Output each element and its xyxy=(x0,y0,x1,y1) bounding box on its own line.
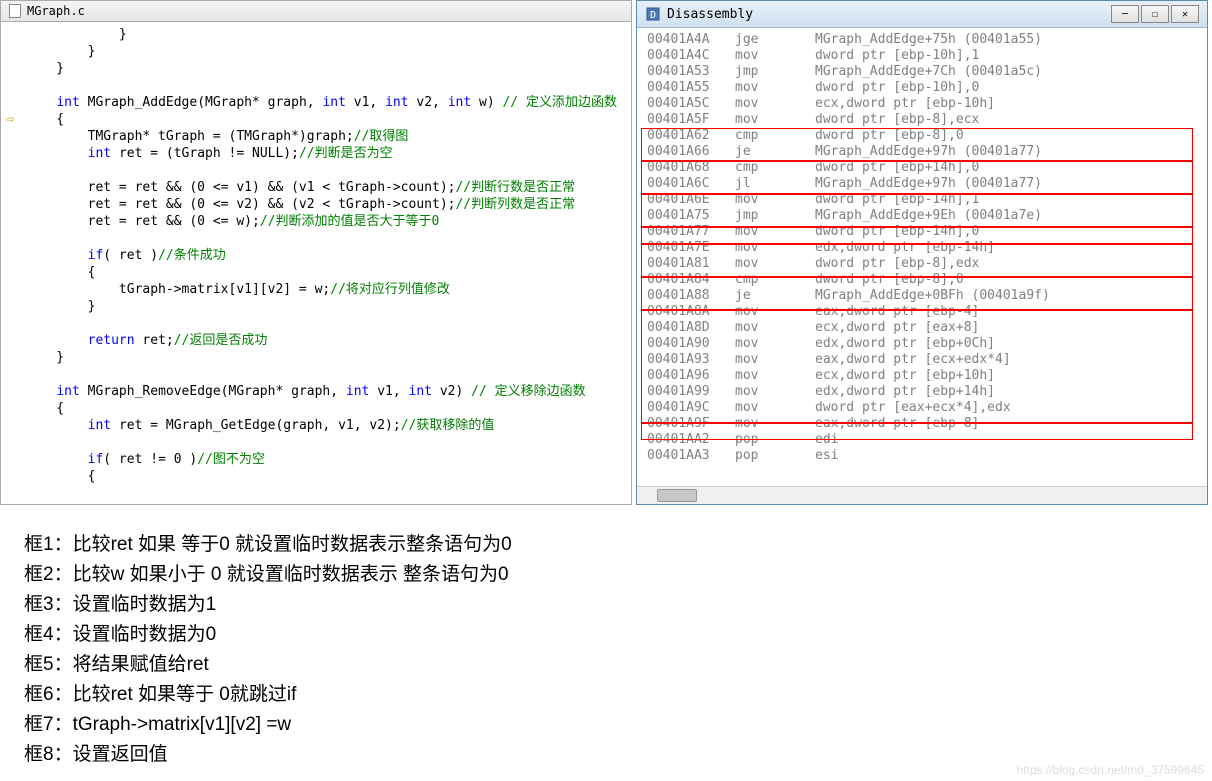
disasm-line: 00401A9Fmoveax,dword ptr [ebp-8] xyxy=(647,416,1197,432)
code-line: } xyxy=(25,60,625,77)
code-line: } xyxy=(25,26,625,43)
disasm-line: 00401A62cmpdword ptr [ebp-8],0 xyxy=(647,128,1197,144)
annotation-line: 框1：比较ret 如果 等于0 就设置临时数据表示整条语句为0 xyxy=(24,530,512,560)
disasm-line: 00401A6Emovdword ptr [ebp-14h],1 xyxy=(647,192,1197,208)
code-line: } xyxy=(25,298,625,315)
code-line: int ret = (tGraph != NULL);//判断是否为空 xyxy=(25,145,625,162)
code-editor-content[interactable]: } } } int MGraph_AddEdge(MGraph* graph, … xyxy=(1,22,631,489)
svg-text:D: D xyxy=(650,10,656,21)
code-line: int MGraph_RemoveEdge(MGraph* graph, int… xyxy=(25,383,625,400)
annotation-line: 框4：设置临时数据为0 xyxy=(24,620,512,650)
code-line xyxy=(25,77,625,94)
file-icon xyxy=(9,4,21,18)
disasm-line: 00401A5Fmovdword ptr [ebp-8],ecx xyxy=(647,112,1197,128)
close-button[interactable]: ✕ xyxy=(1171,5,1199,23)
code-line: ret = ret && (0 <= v1) && (v1 < tGraph->… xyxy=(25,179,625,196)
disasm-line: 00401A77movdword ptr [ebp-14h],0 xyxy=(647,224,1197,240)
disasm-line: 00401A90movedx,dword ptr [ebp+0Ch] xyxy=(647,336,1197,352)
code-line: return ret;//返回是否成功 xyxy=(25,332,625,349)
disasm-line: 00401A68cmpdword ptr [ebp+14h],0 xyxy=(647,160,1197,176)
minimize-button[interactable]: ─ xyxy=(1111,5,1139,23)
annotation-line: 框7：tGraph->matrix[v1][v2] =w xyxy=(24,710,512,740)
disasm-line: 00401A96movecx,dword ptr [ebp+10h] xyxy=(647,368,1197,384)
disasm-line: 00401A4AjgeMGraph_AddEdge+75h (00401a55) xyxy=(647,32,1197,48)
disasm-line: 00401A75jmpMGraph_AddEdge+9Eh (00401a7e) xyxy=(647,208,1197,224)
code-editor-panel: MGraph.c } } } int MGraph_AddEdge(MGraph… xyxy=(0,0,632,505)
annotation-line: 框2：比较w 如果小于 0 就设置临时数据表示 整条语句为0 xyxy=(24,560,512,590)
code-line: } xyxy=(25,43,625,60)
disasm-line: 00401A66jeMGraph_AddEdge+97h (00401a77) xyxy=(647,144,1197,160)
code-line: TMGraph* tGraph = (TMGraph*)graph;//取得图 xyxy=(25,128,625,145)
disasm-line: 00401A55movdword ptr [ebp-10h],0 xyxy=(647,80,1197,96)
code-line xyxy=(25,434,625,451)
watermark-url: https://blog.csdn.net/m0_37599645 xyxy=(1017,763,1204,777)
code-line: int MGraph_AddEdge(MGraph* graph, int v1… xyxy=(25,94,625,111)
disasm-line: 00401AA3popesi xyxy=(647,448,1197,464)
code-line: { xyxy=(25,264,625,281)
disasm-line: 00401A99movedx,dword ptr [ebp+14h] xyxy=(647,384,1197,400)
disasm-line: 00401AA2popedi xyxy=(647,432,1197,448)
disasm-line: 00401A9Cmovdword ptr [eax+ecx*4],edx xyxy=(647,400,1197,416)
disasm-line: 00401A5Cmovecx,dword ptr [ebp-10h] xyxy=(647,96,1197,112)
disassembly-title-label: Disassembly xyxy=(667,7,753,22)
annotation-line: 框3：设置临时数据为1 xyxy=(24,590,512,620)
annotation-text: 框1：比较ret 如果 等于0 就设置临时数据表示整条语句为0框2：比较w 如果… xyxy=(24,530,512,770)
code-line: { xyxy=(25,400,625,417)
horizontal-scrollbar[interactable] xyxy=(637,486,1207,504)
code-line: if( ret )//条件成功 xyxy=(25,247,625,264)
code-line xyxy=(25,162,625,179)
editor-tab[interactable]: MGraph.c xyxy=(1,1,631,22)
code-line: ret = ret && (0 <= w);//判断添加的值是否大于等于0 xyxy=(25,213,625,230)
disasm-line: 00401A53jmpMGraph_AddEdge+7Ch (00401a5c) xyxy=(647,64,1197,80)
window-controls: ─ ☐ ✕ xyxy=(1111,5,1199,23)
code-line: if( ret != 0 )//图不为空 xyxy=(25,451,625,468)
code-line xyxy=(25,315,625,332)
disasm-line: 00401A7Emovedx,dword ptr [ebp-14h] xyxy=(647,240,1197,256)
disassembly-content[interactable]: 00401A4AjgeMGraph_AddEdge+75h (00401a55)… xyxy=(637,28,1207,468)
disasm-line: 00401A88jeMGraph_AddEdge+0BFh (00401a9f) xyxy=(647,288,1197,304)
disassembly-icon: D xyxy=(645,6,661,22)
scrollbar-thumb[interactable] xyxy=(657,489,697,502)
filename-label: MGraph.c xyxy=(27,4,85,18)
code-line: ret = ret && (0 <= v2) && (v2 < tGraph->… xyxy=(25,196,625,213)
code-line xyxy=(25,230,625,247)
code-line: { xyxy=(25,111,625,128)
disasm-line: 00401A81movdword ptr [ebp-8],edx xyxy=(647,256,1197,272)
maximize-button[interactable]: ☐ xyxy=(1141,5,1169,23)
disasm-line: 00401A84cmpdword ptr [ebp-8],0 xyxy=(647,272,1197,288)
annotation-line: 框6：比较ret 如果等于 0就跳过if xyxy=(24,680,512,710)
disasm-line: 00401A8Amoveax,dword ptr [ebp-4] xyxy=(647,304,1197,320)
disasm-line: 00401A6CjlMGraph_AddEdge+97h (00401a77) xyxy=(647,176,1197,192)
annotation-line: 框8：设置返回值 xyxy=(24,740,512,770)
disasm-line: 00401A93moveax,dword ptr [ecx+edx*4] xyxy=(647,352,1197,368)
disassembly-panel: D Disassembly ─ ☐ ✕ 00401A4AjgeMGraph_Ad… xyxy=(636,0,1208,505)
code-line: int ret = MGraph_GetEdge(graph, v1, v2);… xyxy=(25,417,625,434)
code-line: } xyxy=(25,349,625,366)
code-line: { xyxy=(25,468,625,485)
code-line xyxy=(25,366,625,383)
execution-pointer-icon: ⇨ xyxy=(6,111,14,128)
disasm-line: 00401A4Cmovdword ptr [ebp-10h],1 xyxy=(647,48,1197,64)
annotation-line: 框5：将结果赋值给ret xyxy=(24,650,512,680)
disassembly-titlebar[interactable]: D Disassembly ─ ☐ ✕ xyxy=(637,1,1207,28)
code-line: tGraph->matrix[v1][v2] = w;//将对应行列值修改 xyxy=(25,281,625,298)
disasm-line: 00401A8Dmovecx,dword ptr [eax+8] xyxy=(647,320,1197,336)
